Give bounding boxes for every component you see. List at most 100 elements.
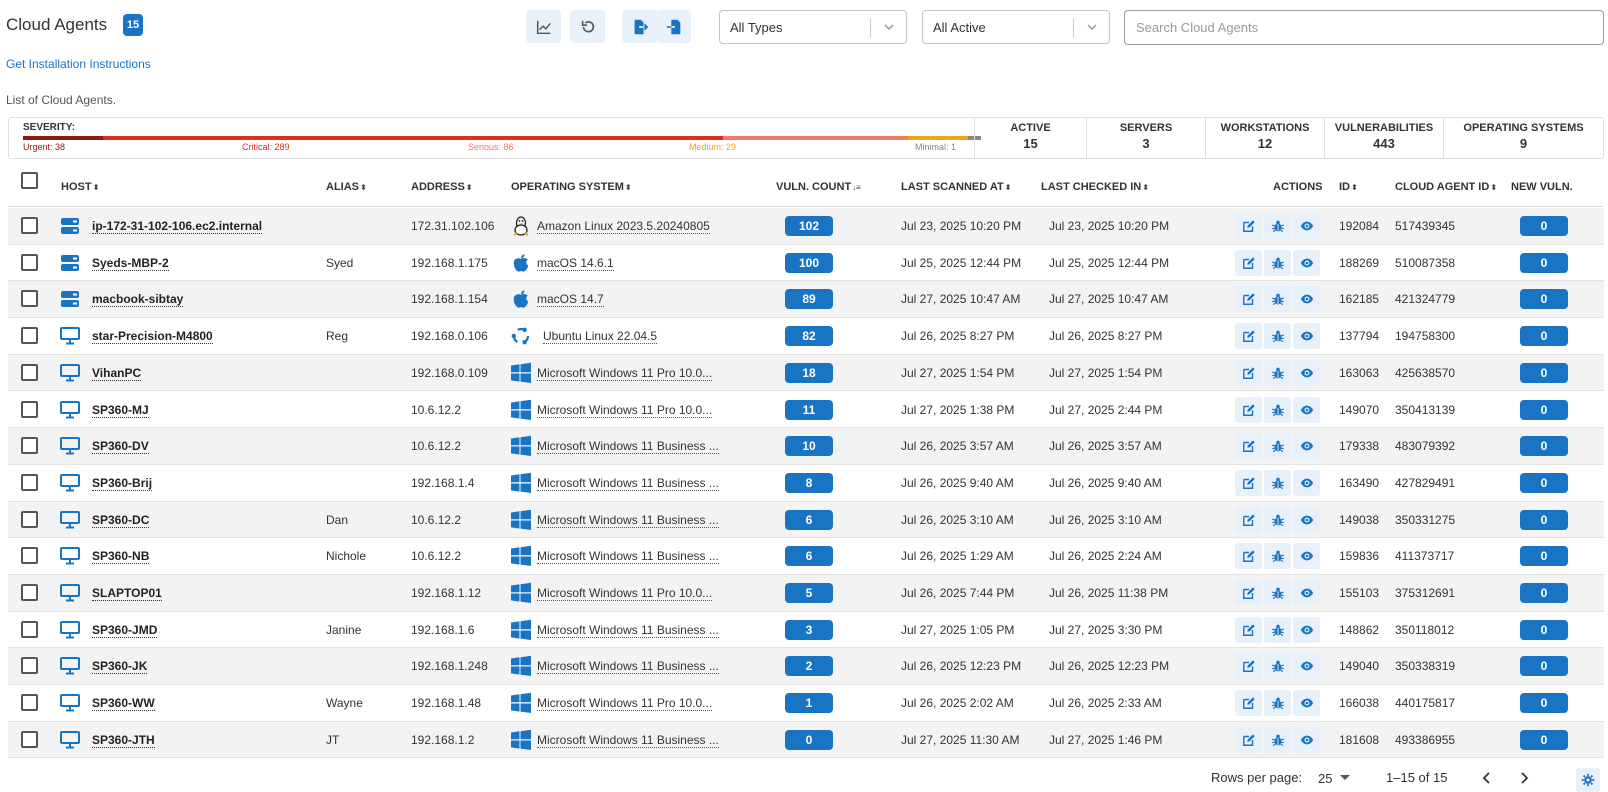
host-link[interactable]: SP360-Brij (92, 475, 153, 491)
host-link[interactable]: ip-172-31-102-106.ec2.internal (92, 219, 263, 234)
os-link[interactable]: Microsoft Windows 11 Business ... (537, 732, 719, 748)
vulnerabilities-button[interactable] (1264, 323, 1291, 350)
column-header-os[interactable]: OPERATING SYSTEM⬍ (511, 181, 632, 193)
edit-button[interactable] (1235, 396, 1262, 423)
vuln-count-badge[interactable]: 8 (785, 472, 833, 493)
row-checkbox[interactable] (21, 547, 38, 565)
view-button[interactable] (1293, 690, 1320, 717)
os-link[interactable]: macOS 14.6.1 (537, 255, 614, 271)
table-row[interactable]: SP360-JTH JT 192.168.1.2 Microsoft Windows … (8, 721, 1604, 759)
row-checkbox[interactable] (21, 290, 38, 308)
edit-button[interactable] (1235, 726, 1262, 753)
os-link[interactable]: Microsoft Windows 11 Pro 10.0... (537, 586, 713, 601)
vuln-count-badge[interactable]: 10 (785, 436, 833, 457)
new-vuln-badge[interactable]: 0 (1520, 693, 1568, 714)
edit-button[interactable] (1235, 323, 1262, 350)
os-link[interactable]: Microsoft Windows 11 Business ... (537, 622, 719, 638)
next-page-icon[interactable] (1516, 770, 1532, 786)
table-row[interactable]: SP360-WW Wayne 192.168.1.48 Microsoft Windo… (8, 685, 1604, 722)
host-link[interactable]: SP360-WW (92, 696, 155, 712)
vuln-count-badge[interactable]: 0 (785, 729, 833, 750)
import-button[interactable] (656, 10, 691, 43)
table-row[interactable]: SP360-JMD Janine 192.168.1.6 Microsoft Wind… (8, 612, 1604, 649)
column-header-alias[interactable]: ALIAS⬍ (326, 181, 367, 193)
row-checkbox[interactable] (21, 657, 38, 675)
caret-down-icon[interactable] (1340, 775, 1350, 780)
os-link[interactable]: macOS 14.7 (537, 292, 604, 308)
vuln-count-badge[interactable]: 18 (785, 362, 833, 383)
column-header-last-scanned[interactable]: LAST SCANNED AT⬍ (901, 181, 1011, 193)
host-link[interactable]: SP360-JK (92, 659, 148, 675)
type-filter-select[interactable]: All Types (719, 10, 907, 44)
table-row[interactable]: Syeds-MBP-2 Syed 192.168.1.175 macOS 14.6.1… (8, 245, 1604, 282)
new-vuln-badge[interactable]: 0 (1520, 436, 1568, 457)
row-checkbox[interactable] (21, 510, 38, 528)
edit-button[interactable] (1235, 286, 1262, 313)
os-link[interactable]: Microsoft Windows 11 Pro 10.0... (537, 365, 713, 381)
vulnerabilities-button[interactable] (1264, 396, 1291, 423)
new-vuln-badge[interactable]: 0 (1520, 252, 1568, 273)
edit-button[interactable] (1235, 580, 1262, 606)
row-checkbox[interactable] (21, 584, 38, 601)
trend-chart-button[interactable] (526, 10, 561, 43)
os-link[interactable]: Microsoft Windows 11 Business ... (537, 659, 719, 675)
vuln-count-badge[interactable]: 100 (785, 252, 833, 273)
export-button[interactable] (622, 10, 657, 43)
table-row[interactable]: VihanPC 192.168.0.109 Microsoft Windows 11… (8, 354, 1604, 392)
host-link[interactable]: SP360-DC (92, 512, 150, 528)
rows-per-page-select[interactable]: 25 (1318, 771, 1332, 786)
view-button[interactable] (1293, 286, 1320, 313)
edit-button[interactable] (1235, 213, 1262, 239)
vulnerabilities-button[interactable] (1264, 690, 1291, 717)
column-header-cloud-agent-id[interactable]: CLOUD AGENT ID⬍ (1395, 181, 1497, 193)
table-row[interactable]: SP360-NB Nichole 10.6.12.2 Microsoft Window… (8, 538, 1604, 575)
column-header-vuln-count[interactable]: VULN. COUNT↓≡ (776, 181, 861, 193)
os-link[interactable]: Microsoft Windows 11 Pro 10.0... (537, 402, 713, 418)
edit-button[interactable] (1235, 249, 1262, 276)
row-checkbox[interactable] (21, 217, 38, 234)
previous-page-icon[interactable] (1479, 770, 1495, 786)
refresh-button[interactable] (570, 10, 605, 43)
status-filter-select[interactable]: All Active (922, 10, 1110, 44)
column-header-id[interactable]: ID⬍ (1339, 181, 1358, 193)
vulnerabilities-button[interactable] (1264, 506, 1291, 533)
new-vuln-badge[interactable]: 0 (1520, 399, 1568, 420)
new-vuln-badge[interactable]: 0 (1520, 583, 1568, 603)
vuln-count-badge[interactable]: 3 (785, 619, 833, 640)
os-link[interactable]: Microsoft Windows 11 Business ... (537, 549, 719, 565)
host-link[interactable]: SP360-DV (92, 439, 149, 455)
vuln-count-badge[interactable]: 5 (785, 583, 833, 603)
table-row[interactable]: SP360-Brij 192.168.1.4 Microsoft Windows 1… (8, 465, 1604, 502)
vulnerabilities-button[interactable] (1264, 213, 1291, 239)
installation-instructions-link[interactable]: Get Installation Instructions (6, 57, 151, 71)
new-vuln-badge[interactable]: 0 (1520, 362, 1568, 383)
view-button[interactable] (1293, 653, 1320, 680)
view-button[interactable] (1293, 616, 1320, 643)
os-link[interactable]: Microsoft Windows 11 Business ... (537, 439, 719, 455)
new-vuln-badge[interactable]: 0 (1520, 619, 1568, 640)
vulnerabilities-button[interactable] (1264, 359, 1291, 386)
view-button[interactable] (1293, 323, 1320, 350)
os-link[interactable]: Microsoft Windows 11 Pro 10.0... (537, 696, 713, 712)
vulnerabilities-button[interactable] (1264, 249, 1291, 276)
host-link[interactable]: macbook-sibtay (92, 292, 184, 308)
edit-button[interactable] (1235, 506, 1262, 533)
vuln-count-badge[interactable]: 1 (785, 693, 833, 714)
row-checkbox[interactable] (21, 730, 38, 748)
new-vuln-badge[interactable]: 0 (1520, 509, 1568, 530)
new-vuln-badge[interactable]: 0 (1520, 216, 1568, 236)
vulnerabilities-button[interactable] (1264, 433, 1291, 460)
view-button[interactable] (1293, 433, 1320, 460)
vuln-count-badge[interactable]: 89 (785, 289, 833, 310)
column-header-address[interactable]: ADDRESS⬍ (411, 181, 473, 193)
vulnerabilities-button[interactable] (1264, 286, 1291, 313)
table-row[interactable]: SP360-JK 192.168.1.248 Microsoft Windows 1… (8, 648, 1604, 686)
vulnerabilities-button[interactable] (1264, 653, 1291, 680)
edit-button[interactable] (1235, 653, 1262, 680)
host-link[interactable]: VihanPC (92, 365, 142, 381)
os-link[interactable]: Ubuntu Linux 22.04.5 (543, 329, 658, 345)
edit-button[interactable] (1235, 359, 1262, 386)
os-link[interactable]: Microsoft Windows 11 Business ... (537, 475, 719, 491)
vulnerabilities-button[interactable] (1264, 726, 1291, 753)
vuln-count-badge[interactable]: 82 (785, 326, 833, 347)
